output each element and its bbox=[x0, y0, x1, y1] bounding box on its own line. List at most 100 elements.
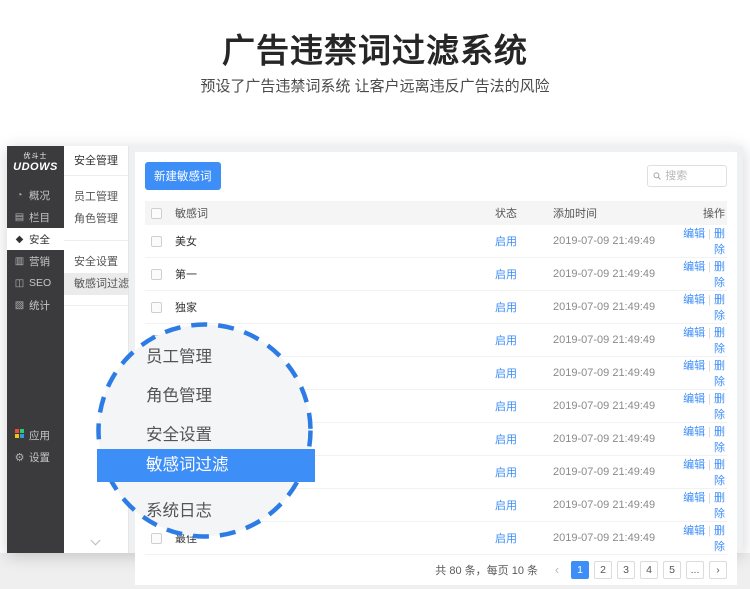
delete-link[interactable]: 删除 bbox=[714, 393, 725, 421]
magnified-item-roles[interactable]: 角色管理 bbox=[146, 382, 212, 406]
status-link[interactable]: 启用 bbox=[495, 368, 517, 380]
security-icon: ◆ bbox=[14, 234, 25, 245]
time-cell: 2019-07-09 21:49:49 bbox=[553, 225, 673, 258]
delete-link[interactable]: 删除 bbox=[714, 426, 725, 454]
pagination-next[interactable]: › bbox=[709, 561, 727, 579]
gear-icon: ⚙ bbox=[14, 451, 25, 464]
select-all-checkbox[interactable] bbox=[151, 208, 162, 219]
delete-link[interactable]: 删除 bbox=[714, 294, 725, 322]
sidebar-item-security[interactable]: ◆ 安全 bbox=[7, 228, 64, 250]
sidebar-item-label: 应用 bbox=[29, 428, 50, 443]
pagination: 共 80 条，每页 10 条 ‹ 1 2 3 4 5 ... › bbox=[145, 555, 727, 585]
primary-sidebar: 优斗士 UDOWS ◔ 概况 ▤ 栏目 ◆ 安全 ▥ 营销 ◫ SEO bbox=[7, 146, 64, 553]
sidebar-item-columns[interactable]: ▤ 栏目 bbox=[7, 206, 64, 228]
ops-separator: | bbox=[708, 426, 711, 438]
logo-cn: 优斗士 bbox=[24, 153, 48, 161]
sidebar-item-label: 设置 bbox=[29, 450, 50, 465]
pagination-prev[interactable]: ‹ bbox=[548, 561, 566, 579]
magnified-item-staff[interactable]: 员工管理 bbox=[146, 343, 212, 367]
time-cell: 2019-07-09 21:49:49 bbox=[553, 258, 673, 291]
edit-link[interactable]: 编辑 bbox=[683, 525, 705, 537]
ops-separator: | bbox=[708, 327, 711, 339]
delete-link[interactable]: 删除 bbox=[714, 492, 725, 520]
submenu-item-staff[interactable]: 员工管理 bbox=[64, 186, 128, 208]
sidebar-item-settings[interactable]: ⚙ 设置 bbox=[7, 446, 64, 468]
status-link[interactable]: 启用 bbox=[495, 236, 517, 248]
delete-link[interactable]: 删除 bbox=[714, 228, 725, 256]
sidebar-item-marketing[interactable]: ▥ 营销 bbox=[7, 250, 64, 272]
row-checkbox[interactable] bbox=[151, 302, 162, 313]
time-cell: 2019-07-09 21:49:49 bbox=[553, 456, 673, 489]
new-sensitive-word-button[interactable]: 新建敏感词 bbox=[145, 162, 221, 190]
sidebar-item-stats[interactable]: ▧ 统计 bbox=[7, 294, 64, 316]
stats-icon: ▧ bbox=[14, 300, 25, 311]
submenu-item-sensitive-words[interactable]: 敏感词过滤 bbox=[64, 273, 128, 295]
status-link[interactable]: 启用 bbox=[495, 434, 517, 446]
edit-link[interactable]: 编辑 bbox=[683, 426, 705, 438]
overview-icon: ◔ bbox=[14, 190, 25, 201]
edit-link[interactable]: 编辑 bbox=[683, 228, 705, 240]
search-input[interactable] bbox=[665, 170, 721, 182]
word-cell: 美女 bbox=[175, 225, 495, 258]
pagination-page-3[interactable]: 3 bbox=[617, 561, 635, 579]
magnified-item-security-settings[interactable]: 安全设置 bbox=[146, 421, 212, 445]
delete-link[interactable]: 删除 bbox=[714, 360, 725, 388]
search-box[interactable] bbox=[647, 165, 727, 187]
status-link[interactable]: 启用 bbox=[495, 302, 517, 314]
delete-link[interactable]: 删除 bbox=[714, 327, 725, 355]
edit-link[interactable]: 编辑 bbox=[683, 261, 705, 273]
row-checkbox[interactable] bbox=[151, 236, 162, 247]
col-status: 状态 bbox=[495, 201, 553, 225]
time-cell: 2019-07-09 21:49:49 bbox=[553, 390, 673, 423]
submenu-item-roles[interactable]: 角色管理 bbox=[64, 208, 128, 230]
status-link[interactable]: 启用 bbox=[495, 269, 517, 281]
logo: 优斗士 UDOWS bbox=[7, 146, 64, 180]
pagination-page-4[interactable]: 4 bbox=[640, 561, 658, 579]
status-link[interactable]: 启用 bbox=[495, 500, 517, 512]
col-time: 添加时间 bbox=[553, 201, 673, 225]
ops-separator: | bbox=[708, 294, 711, 306]
edit-link[interactable]: 编辑 bbox=[683, 327, 705, 339]
word-cell: 第一 bbox=[175, 258, 495, 291]
seo-icon: ◫ bbox=[14, 278, 25, 289]
status-link[interactable]: 启用 bbox=[495, 335, 517, 347]
page-subtitle: 预设了广告违禁词系统 让客户远离违反广告法的风险 bbox=[0, 75, 750, 96]
pagination-ellipsis[interactable]: ... bbox=[686, 561, 704, 579]
sidebar-item-label: 统计 bbox=[29, 298, 50, 313]
magnified-item-sensitive-words[interactable]: 敏感词过滤 bbox=[146, 449, 229, 482]
edit-link[interactable]: 编辑 bbox=[683, 294, 705, 306]
edit-link[interactable]: 编辑 bbox=[683, 360, 705, 372]
magnified-item-system-log[interactable]: 系统日志 bbox=[146, 497, 212, 521]
time-cell: 2019-07-09 21:49:49 bbox=[553, 324, 673, 357]
pagination-summary: 共 80 条，每页 10 条 bbox=[435, 562, 538, 578]
pagination-page-2[interactable]: 2 bbox=[594, 561, 612, 579]
edit-link[interactable]: 编辑 bbox=[683, 393, 705, 405]
delete-link[interactable]: 删除 bbox=[714, 525, 725, 553]
sidebar-spacer bbox=[7, 316, 64, 424]
edit-link[interactable]: 编辑 bbox=[683, 459, 705, 471]
pagination-page-5[interactable]: 5 bbox=[663, 561, 681, 579]
ops-separator: | bbox=[708, 261, 711, 273]
search-icon bbox=[653, 171, 661, 181]
ops-separator: | bbox=[708, 393, 711, 405]
table-header-row: 敏感词 状态 添加时间 操作 bbox=[145, 201, 727, 225]
logo-en: UDOWS bbox=[13, 161, 58, 173]
delete-link[interactable]: 删除 bbox=[714, 459, 725, 487]
ops-separator: | bbox=[708, 525, 711, 537]
delete-link[interactable]: 删除 bbox=[714, 261, 725, 289]
status-link[interactable]: 启用 bbox=[495, 401, 517, 413]
submenu-item-security-settings[interactable]: 安全设置 bbox=[64, 251, 128, 273]
edit-link[interactable]: 编辑 bbox=[683, 492, 705, 504]
sidebar-item-overview[interactable]: ◔ 概况 bbox=[7, 184, 64, 206]
status-link[interactable]: 启用 bbox=[495, 533, 517, 545]
row-checkbox[interactable] bbox=[151, 269, 162, 280]
pagination-page-1[interactable]: 1 bbox=[571, 561, 589, 579]
magnified-selected-bar: 敏感词过滤 bbox=[97, 449, 315, 482]
page-title: 广告违禁词过滤系统 bbox=[0, 24, 750, 72]
sidebar-item-seo[interactable]: ◫ SEO bbox=[7, 272, 64, 294]
ops-separator: | bbox=[708, 228, 711, 240]
status-link[interactable]: 启用 bbox=[495, 467, 517, 479]
sidebar-item-label: 栏目 bbox=[29, 210, 50, 225]
sidebar-item-apps[interactable]: 应用 bbox=[7, 424, 64, 446]
sidebar-item-label: 营销 bbox=[29, 254, 50, 269]
